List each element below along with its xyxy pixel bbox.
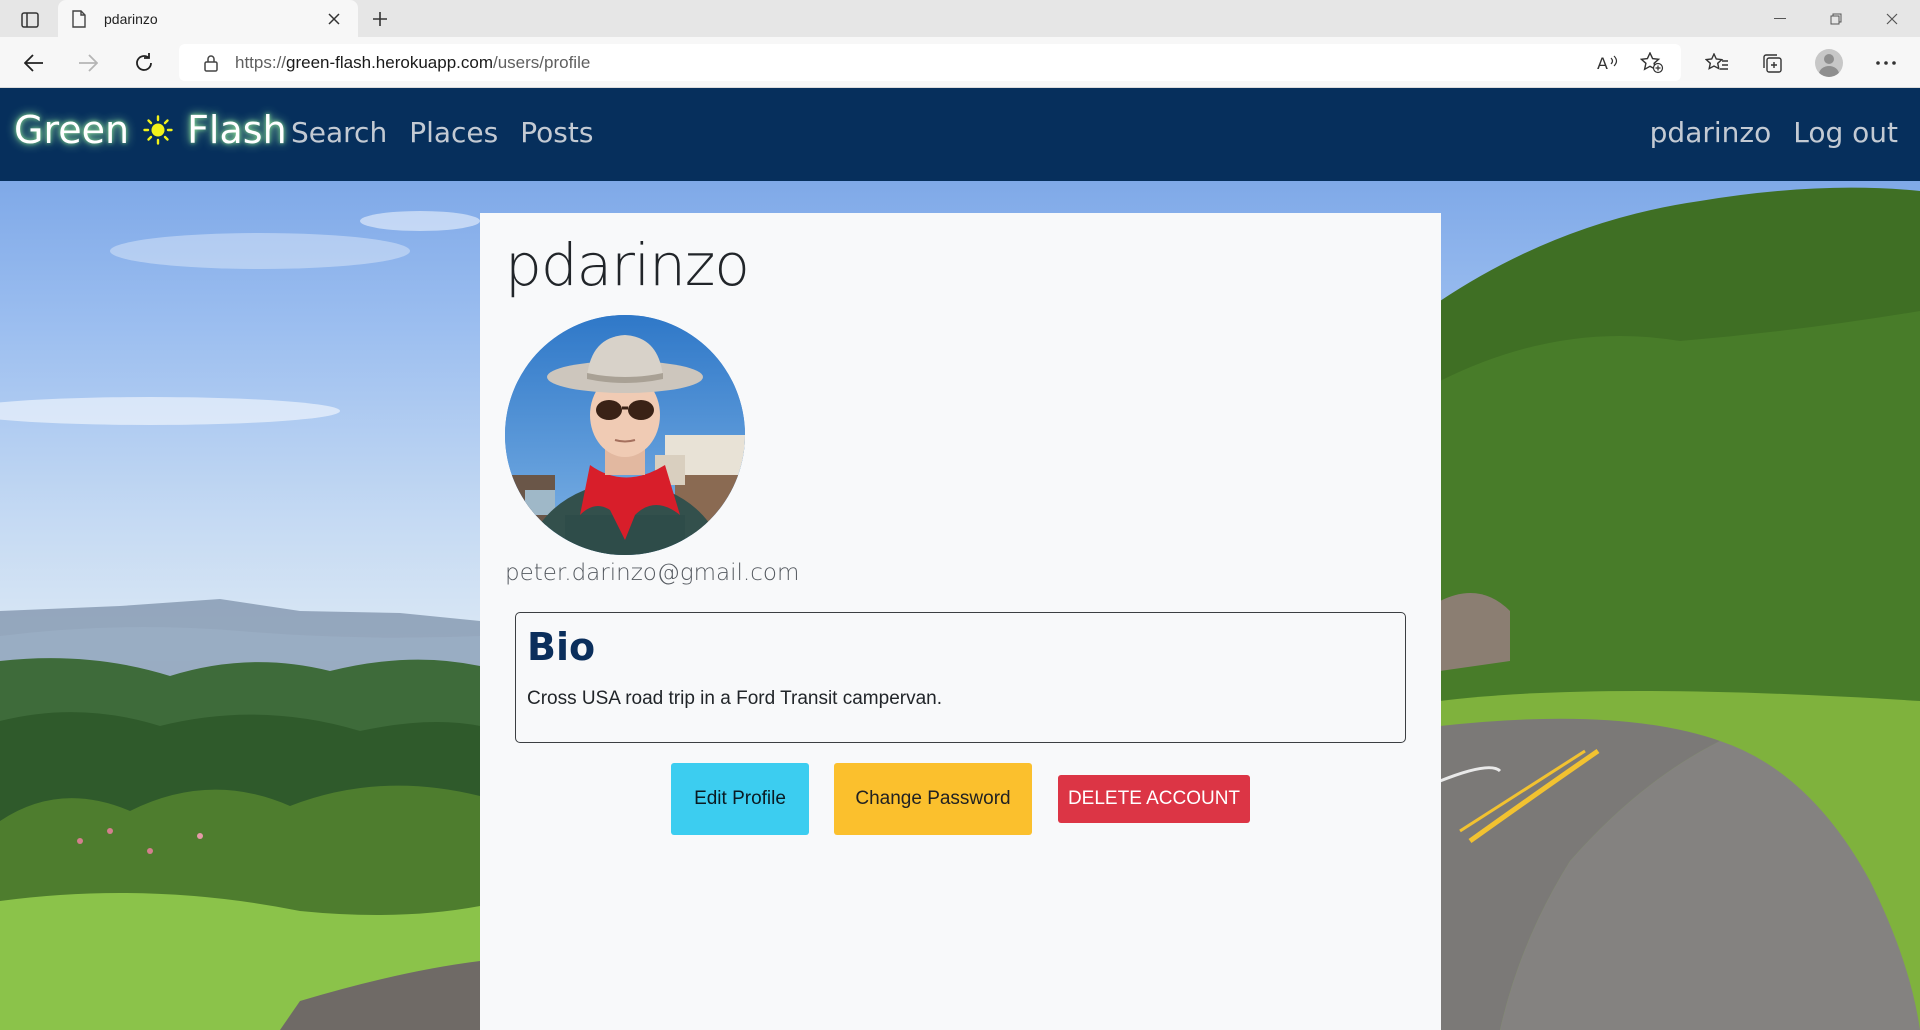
nav-posts-link[interactable]: Posts xyxy=(520,116,593,149)
bio-title: Bio xyxy=(527,625,596,669)
lock-icon[interactable] xyxy=(201,53,221,73)
site-navbar: Green Flash Search Places Posts pdarinzo… xyxy=(0,88,1920,181)
add-favorite-icon[interactable] xyxy=(1637,48,1667,78)
back-icon[interactable] xyxy=(20,49,48,77)
tab-actions-icon[interactable] xyxy=(14,8,46,32)
more-options-icon[interactable] xyxy=(1872,49,1900,77)
refresh-icon[interactable] xyxy=(130,49,158,77)
nav-logout-link[interactable]: Log out xyxy=(1793,116,1898,149)
restore-icon[interactable] xyxy=(1808,0,1864,37)
tab-title: pdarinzo xyxy=(104,10,158,27)
browser-tab-bar: pdarinzo xyxy=(0,0,1920,37)
edit-profile-button[interactable]: Edit Profile xyxy=(671,763,809,835)
url-text[interactable]: https://green-flash.herokuapp.com/users/… xyxy=(235,53,1593,73)
profile-email: peter.darinzo@gmail.com xyxy=(505,560,800,586)
nav-places-link[interactable]: Places xyxy=(409,116,498,149)
profile-avatar-icon[interactable] xyxy=(1815,49,1843,77)
browser-tab[interactable]: pdarinzo xyxy=(58,0,358,37)
nav-search-link[interactable]: Search xyxy=(291,116,387,149)
read-aloud-icon[interactable]: A xyxy=(1593,48,1623,78)
profile-photo xyxy=(505,315,745,555)
delete-account-button[interactable]: DELETE ACCOUNT xyxy=(1058,775,1250,823)
nav-user-links: pdarinzo Log out xyxy=(1650,116,1898,149)
close-window-icon[interactable] xyxy=(1864,0,1920,37)
url-host: green-flash.herokuapp.com xyxy=(286,52,493,72)
new-tab-icon[interactable] xyxy=(366,6,394,32)
favorites-icon[interactable] xyxy=(1703,49,1731,77)
nav-user-link[interactable]: pdarinzo xyxy=(1650,116,1772,149)
profile-card: pdarinzo peter.darinzo@gmail.com Bio Cro… xyxy=(480,213,1441,1030)
url-scheme: https:// xyxy=(235,52,287,72)
window-controls xyxy=(1752,0,1920,37)
bio-card: Bio Cross USA road trip in a Ford Transi… xyxy=(515,612,1406,743)
collections-icon[interactable] xyxy=(1758,49,1786,77)
bio-text: Cross USA road trip in a Ford Transit ca… xyxy=(527,688,942,709)
change-password-button[interactable]: Change Password xyxy=(834,763,1032,835)
profile-photo-illustration xyxy=(505,315,745,555)
brand-text-flash: Flash xyxy=(187,108,287,152)
browser-toolbar: https://green-flash.herokuapp.com/users/… xyxy=(0,37,1920,88)
forward-icon[interactable] xyxy=(74,49,102,77)
url-path: /users/profile xyxy=(493,52,591,72)
profile-username: pdarinzo xyxy=(505,231,750,299)
minimize-icon[interactable] xyxy=(1752,0,1808,37)
document-icon xyxy=(72,9,90,28)
brand-text-green: Green xyxy=(14,108,130,152)
nav-links: Search Places Posts xyxy=(291,116,593,149)
close-tab-icon[interactable] xyxy=(324,9,344,29)
sun-icon xyxy=(143,115,173,145)
address-bar[interactable]: https://green-flash.herokuapp.com/users/… xyxy=(179,44,1681,81)
svg-text:A: A xyxy=(1597,54,1608,72)
brand-logo[interactable]: Green Flash xyxy=(14,108,287,152)
